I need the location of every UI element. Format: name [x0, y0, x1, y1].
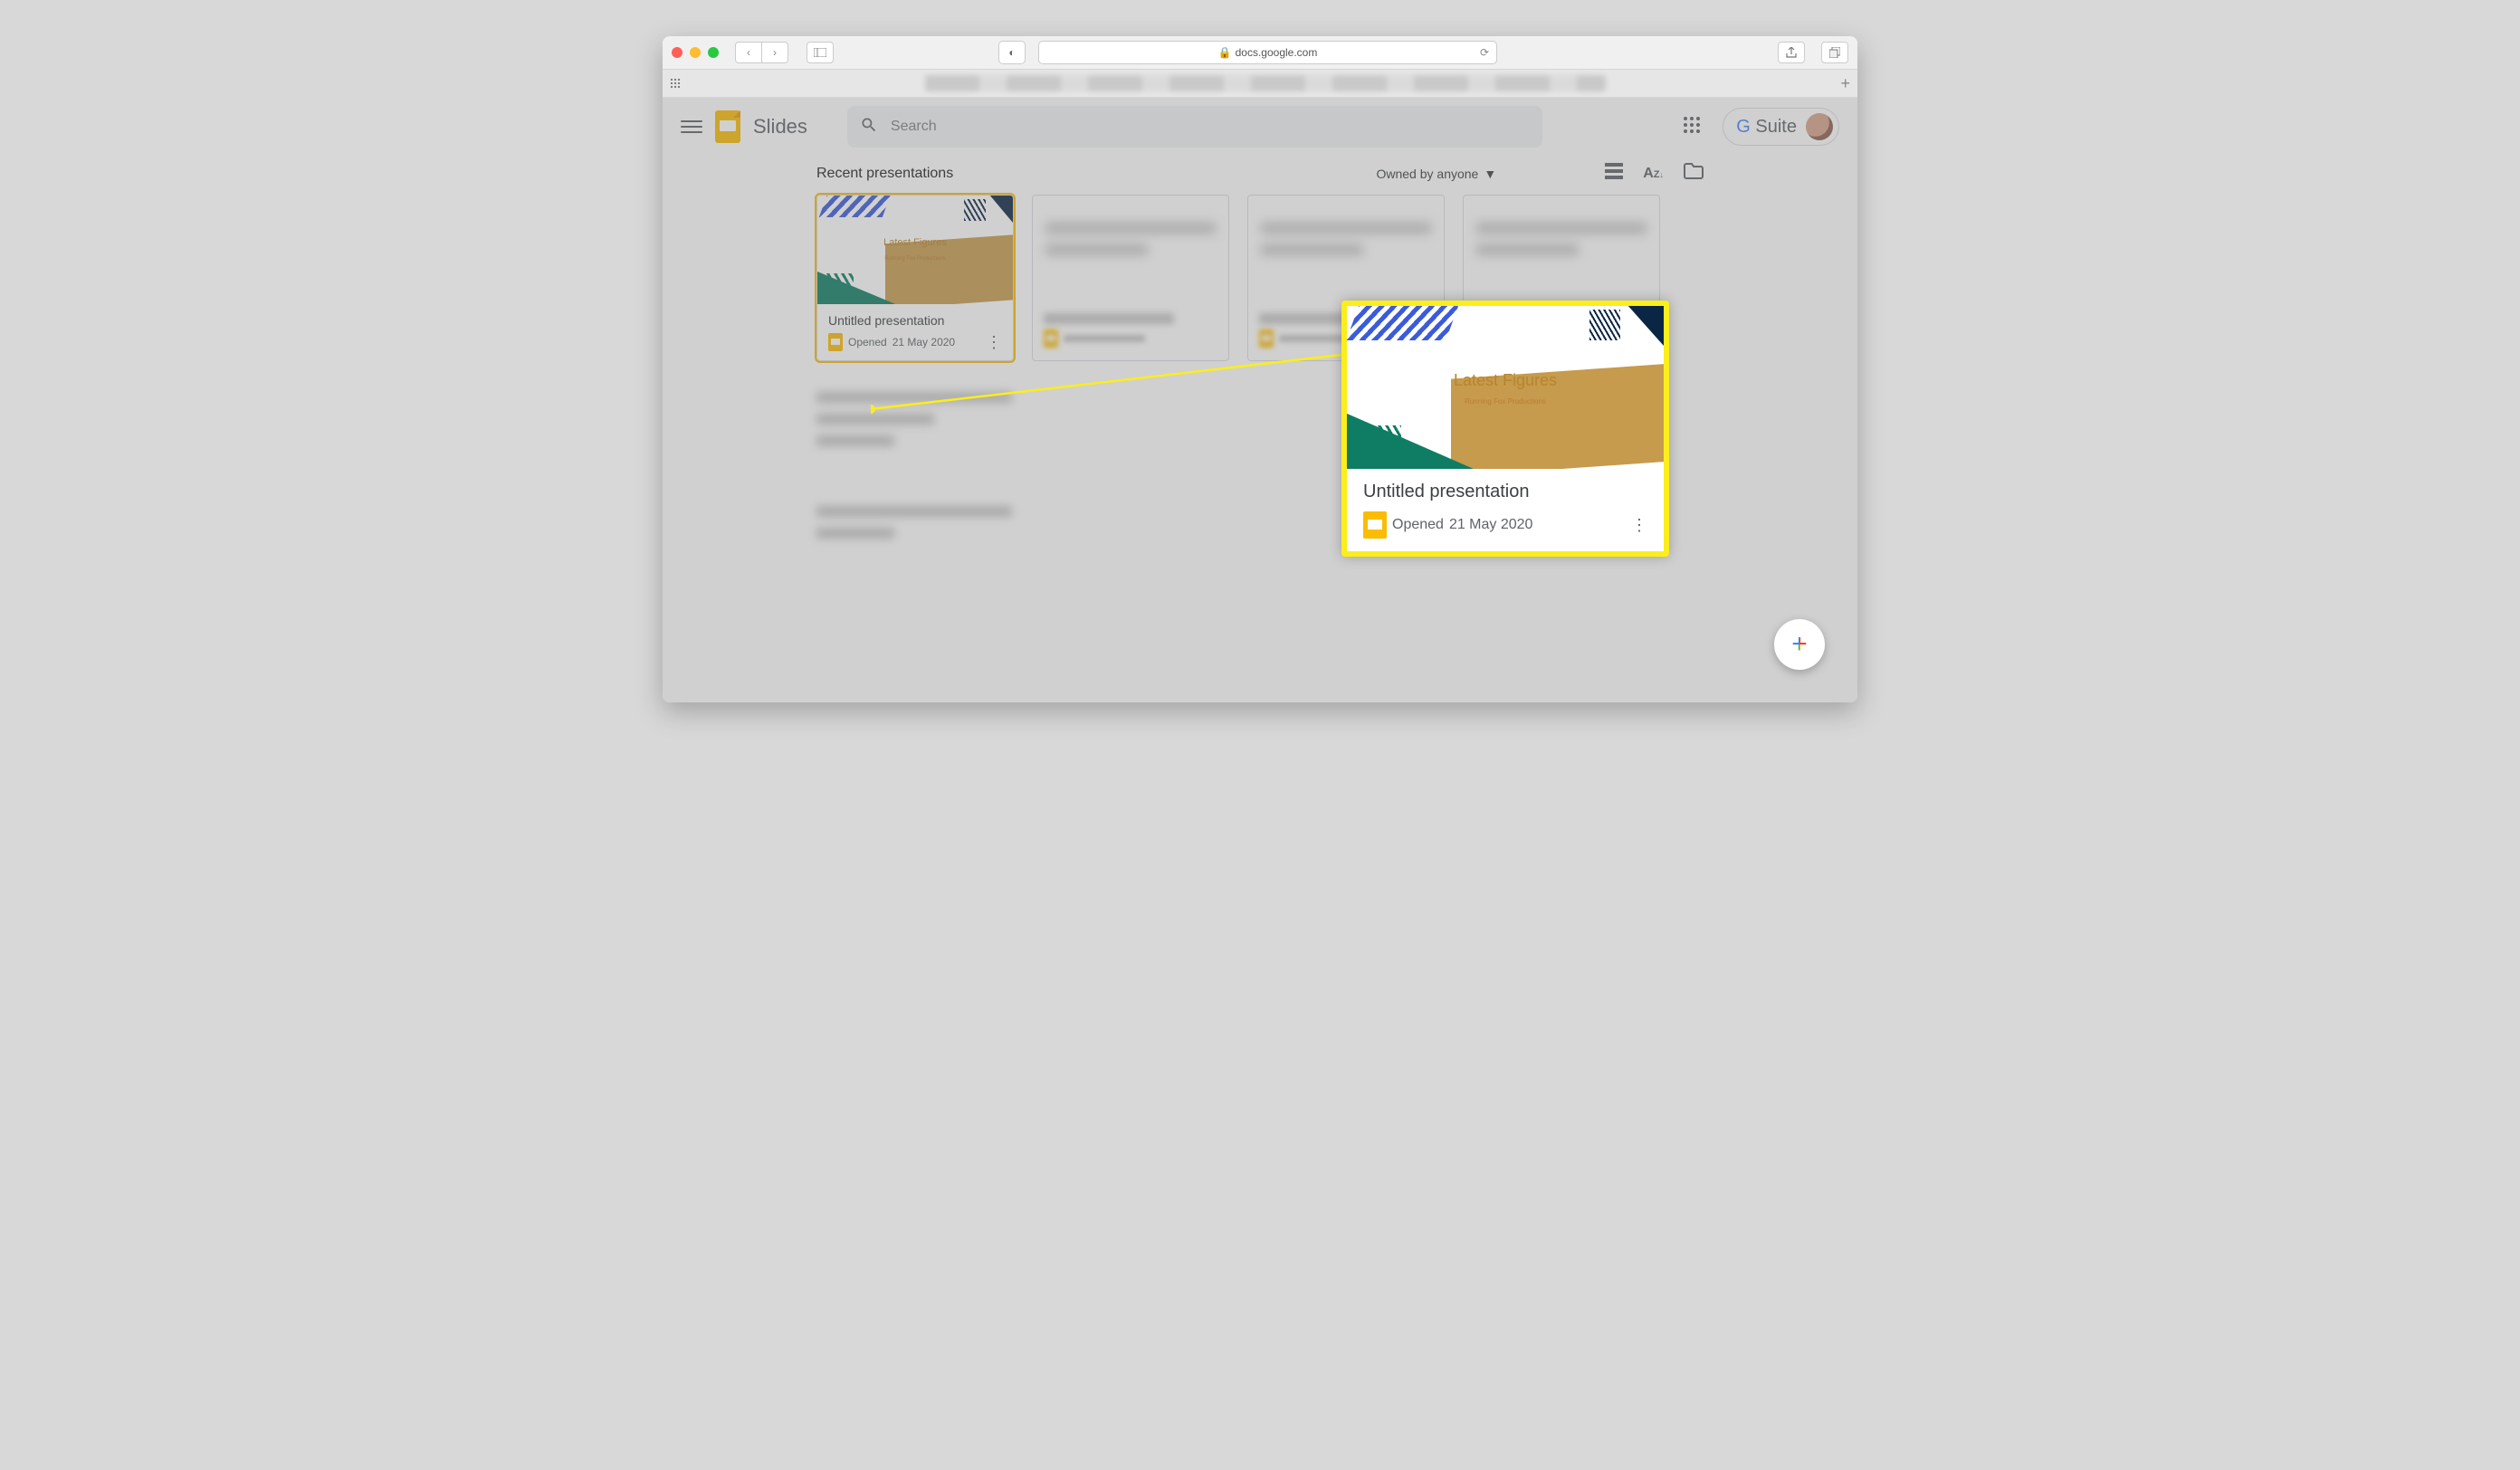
presentation-card[interactable]: Latest Figures Running Fox Productions U…	[816, 195, 1014, 361]
slides-logo-icon[interactable]	[715, 110, 740, 143]
callout-thumb-title: Latest Figures	[1347, 371, 1664, 390]
minimize-window-button[interactable]	[690, 47, 701, 58]
presentation-title: Untitled presentation	[828, 313, 1002, 328]
search-icon	[860, 116, 878, 138]
callout-opened-prefix: Opened	[1392, 517, 1444, 533]
opened-date: 21 May 2020	[892, 336, 955, 348]
share-button[interactable]	[1778, 42, 1805, 63]
nav-buttons: ‹ ›	[735, 42, 788, 63]
thumb-title: Latest Figures	[817, 237, 1013, 248]
presentation-card-callout: Latest Figures Running Fox Productions U…	[1341, 301, 1669, 557]
other-tabs-blurred	[925, 75, 1606, 91]
callout-thumbnail: Latest Figures Running Fox Productions	[1347, 306, 1664, 469]
reader-button[interactable]: ◐	[998, 41, 1026, 64]
google-apps-icon[interactable]	[1683, 116, 1701, 138]
sort-az-icon[interactable]: AZ↓	[1643, 166, 1664, 182]
opened-prefix: Opened	[848, 336, 887, 348]
presentation-thumbnail: Latest Figures Running Fox Productions	[817, 196, 1013, 304]
callout-title: Untitled presentation	[1363, 482, 1647, 502]
owner-filter-label: Owned by anyone	[1376, 167, 1478, 181]
open-file-picker-icon[interactable]	[1684, 163, 1704, 184]
sidebar-toggle-button[interactable]	[807, 42, 834, 63]
reload-icon[interactable]: ⟳	[1480, 46, 1489, 59]
chevron-down-icon: ▼	[1484, 167, 1496, 181]
slides-file-icon	[1363, 511, 1387, 539]
maximize-window-button[interactable]	[708, 47, 719, 58]
forward-button[interactable]: ›	[762, 42, 788, 63]
url-text: docs.google.com	[1236, 46, 1318, 59]
avatar[interactable]	[1806, 113, 1833, 140]
presentation-card-blurred	[816, 379, 1012, 457]
window-controls	[672, 47, 719, 58]
tab-strip: +	[663, 70, 1857, 98]
slides-file-icon	[828, 333, 843, 351]
presentation-card-blurred[interactable]	[1032, 195, 1229, 361]
main-menu-button[interactable]	[681, 120, 702, 133]
gsuite-account-button[interactable]: GG Suite Suite	[1723, 108, 1839, 146]
content-area: Recent presentations Owned by anyone ▼ A…	[663, 156, 1857, 571]
owner-filter-dropdown[interactable]: Owned by anyone ▼	[1376, 167, 1496, 181]
close-window-button[interactable]	[672, 47, 682, 58]
view-options: AZ↓	[1605, 163, 1704, 184]
tabs-overview-button[interactable]	[1821, 42, 1848, 63]
slides-app: Slides Search GG Suite Suite Recent pres…	[663, 98, 1857, 702]
search-box[interactable]: Search	[847, 106, 1542, 148]
section-header: Recent presentations Owned by anyone ▼ A…	[816, 163, 1704, 184]
browser-window: ‹ › ◐ 🔒 docs.google.com ⟳ +	[663, 36, 1857, 702]
list-view-icon[interactable]	[1605, 163, 1623, 184]
app-name: Slides	[753, 115, 807, 138]
browser-titlebar: ‹ › ◐ 🔒 docs.google.com ⟳	[663, 36, 1857, 70]
thumb-subtitle: Running Fox Productions	[817, 256, 1013, 262]
search-placeholder: Search	[891, 119, 937, 135]
address-bar[interactable]: 🔒 docs.google.com ⟳	[1038, 41, 1497, 64]
presentation-card-blurred	[816, 493, 1012, 571]
callout-opened-date: 21 May 2020	[1449, 517, 1533, 533]
lock-icon: 🔒	[1218, 46, 1232, 59]
callout-thumb-subtitle: Running Fox Productions	[1347, 397, 1664, 406]
back-button[interactable]: ‹	[735, 42, 762, 63]
new-presentation-fab[interactable]: +	[1774, 619, 1825, 670]
new-tab-button[interactable]: +	[1840, 74, 1850, 93]
bookmarks-apps-icon[interactable]	[670, 78, 681, 89]
section-title: Recent presentations	[816, 166, 953, 182]
app-header: Slides Search GG Suite Suite	[663, 98, 1857, 156]
plus-icon: +	[1791, 629, 1808, 660]
